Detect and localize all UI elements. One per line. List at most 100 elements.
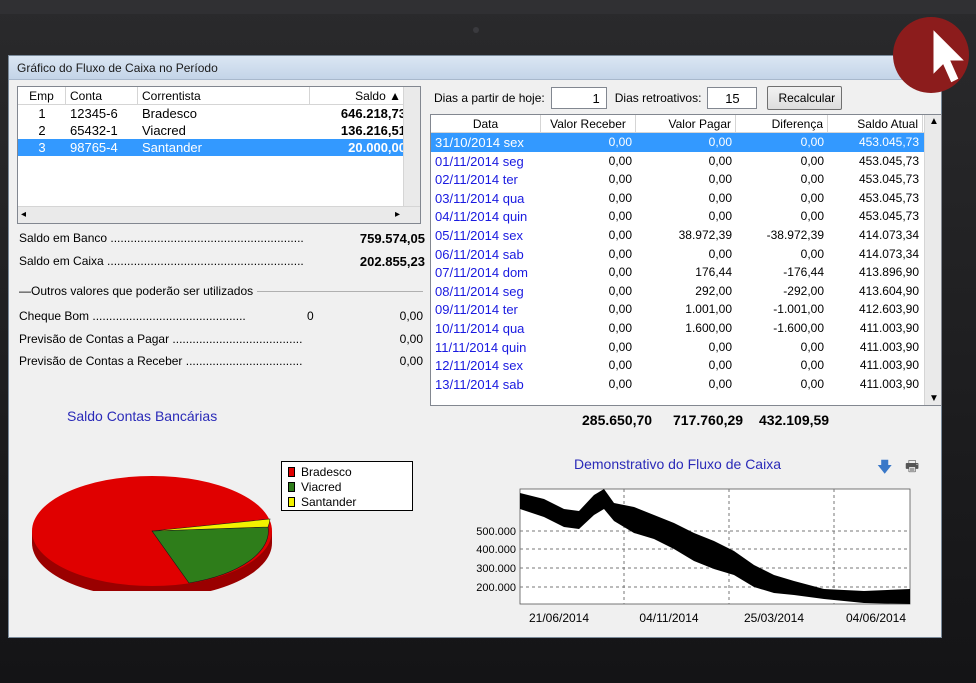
arrow-down-icon[interactable]: 🡇 <box>877 457 892 482</box>
scroll-right-icon[interactable]: ▸ <box>395 209 400 220</box>
cell-data: 04/11/2014 quin <box>435 209 528 225</box>
accounts-horizontal-scrollbar[interactable]: ◂ ▸ <box>18 206 420 223</box>
prev-pagar-value: 0,00 <box>399 332 423 346</box>
cell-pagar: 0,00 <box>708 358 732 373</box>
legend-label: Viacred <box>301 479 342 494</box>
cell-receber: 0,00 <box>608 358 632 373</box>
cell-conta: 65432-1 <box>70 123 118 138</box>
cell-saldo: 20.000,00 <box>348 140 406 155</box>
cashflow-grid[interactable]: Data Valor Receber Valor Pagar Diferença… <box>430 114 942 406</box>
table-row[interactable]: 2 65432-1 Viacred 136.216,51 <box>18 122 420 139</box>
camera-dot <box>473 27 479 33</box>
table-row-selected[interactable]: 31/10/2014 sex 0,00 0,00 0,00 453.045,73 <box>431 133 941 152</box>
cell-receber: 0,00 <box>608 227 632 242</box>
table-row[interactable]: 06/11/2014 sab 0,00 0,00 0,00 414.073,34 <box>431 245 941 264</box>
col-valor-pagar[interactable]: Valor Pagar <box>636 115 736 132</box>
legend-swatch <box>288 496 295 507</box>
y-tick: 200.000 <box>476 582 516 594</box>
cell-diferenca: -292,00 <box>783 283 824 298</box>
dias-hoje-input[interactable]: 1 <box>550 87 607 109</box>
legend-swatch <box>288 466 295 477</box>
cell-data: 07/11/2014 dom <box>435 265 528 281</box>
cell-saldo: 413.896,90 <box>858 265 919 280</box>
pie-legend: Bradesco Viacred Santander <box>281 461 413 511</box>
cell-pagar: 38.972,39 <box>678 227 732 242</box>
cell-receber: 0,00 <box>608 209 632 224</box>
cell-pagar: 0,00 <box>708 190 732 205</box>
cell-data: 03/11/2014 qua <box>435 190 525 206</box>
table-row[interactable]: 1 12345-6 Bradesco 646.218,73 <box>18 105 420 122</box>
prev-receber-value: 0,00 <box>399 354 423 368</box>
cheque-count: 0 <box>307 309 314 323</box>
prev-receber-label: Previsão de Contas a Receber ...........… <box>19 354 303 368</box>
legend-item: Santander <box>288 494 406 509</box>
cell-receber: 0,00 <box>608 376 632 391</box>
col-valor-receber[interactable]: Valor Receber <box>541 115 636 132</box>
table-row[interactable]: 02/11/2014 ter 0,00 0,00 0,00 453.045,73 <box>431 170 941 189</box>
cell-pagar: 0,00 <box>708 339 732 354</box>
scroll-up-icon[interactable]: ▲ <box>929 116 939 127</box>
accounts-grid[interactable]: Emp Conta Correntista Saldo ▲ 1 12345-6 … <box>17 86 421 224</box>
cell-saldo: 453.045,73 <box>858 172 919 187</box>
cell-diferenca: 0,00 <box>800 172 824 187</box>
accounts-vertical-scrollbar[interactable] <box>403 87 420 206</box>
table-row[interactable]: 13/11/2014 sab 0,00 0,00 0,00 411.003,90 <box>431 375 941 394</box>
cell-saldo: 413.604,90 <box>858 283 919 298</box>
col-correntista[interactable]: Correntista <box>138 87 310 104</box>
cell-saldo: 411.003,90 <box>859 320 919 335</box>
prev-pagar-label: Previsão de Contas a Pagar .............… <box>19 332 303 346</box>
saldo-caixa-value: 202.855,23 <box>359 254 425 269</box>
legend-label: Santander <box>301 494 357 509</box>
cell-pagar: 0,00 <box>708 376 732 391</box>
col-conta[interactable]: Conta <box>66 87 138 104</box>
cell-diferenca: 0,00 <box>800 246 824 261</box>
table-row-selected[interactable]: 3 98765-4 Santander 20.000,00 <box>18 139 420 156</box>
col-saldo[interactable]: Saldo ▲ <box>310 87 406 104</box>
cell-pagar: 176,44 <box>695 265 732 280</box>
table-row[interactable]: 11/11/2014 quin 0,00 0,00 0,00 411.003,90 <box>431 338 941 357</box>
table-row[interactable]: 12/11/2014 sex 0,00 0,00 0,00 411.003,90 <box>431 356 941 375</box>
table-row[interactable]: 09/11/2014 ter 0,00 1.001,00 -1.001,00 412.6… <box>431 300 941 319</box>
scroll-left-icon[interactable]: ◂ <box>21 209 26 220</box>
period-controls: Dias a partir de hoje: 1 Dias retroativo… <box>434 86 843 110</box>
total-diferenca: 432.109,59 <box>759 412 830 428</box>
saldo-caixa-row: Saldo em Caixa .........................… <box>19 254 425 272</box>
printer-icon[interactable]: 🖶 <box>905 456 919 481</box>
cell-saldo: 136.216,51 <box>340 123 406 138</box>
dias-retro-input[interactable]: 15 <box>707 87 758 109</box>
cell-data: 09/11/2014 ter <box>435 302 518 318</box>
table-row[interactable]: 10/11/2014 qua 0,00 1.600,00 -1.600,00 411.0… <box>431 319 941 338</box>
cashflow-scrollbar[interactable]: ▲ ▼ <box>924 115 941 405</box>
legend-item: Bradesco <box>288 464 406 479</box>
col-saldo-atual[interactable]: Saldo Atual <box>828 115 923 132</box>
y-tick: 300.000 <box>476 563 516 575</box>
cheque-label: Cheque Bom .............................… <box>19 309 246 323</box>
x-tick: 04/11/2014 <box>639 611 698 625</box>
cell-diferenca: 0,00 <box>800 358 824 373</box>
table-row[interactable]: 03/11/2014 qua 0,00 0,00 0,00 453.045,73 <box>431 189 941 208</box>
saldo-banco-row: Saldo em Banco .........................… <box>19 231 425 249</box>
table-row[interactable]: 05/11/2014 sex 0,00 38.972,39 -38.972,39 414… <box>431 226 941 245</box>
table-row[interactable]: 08/11/2014 seg 0,00 292,00 -292,00 413.604,9… <box>431 282 941 301</box>
cheque-value: 0,00 <box>399 309 423 323</box>
scroll-down-icon[interactable]: ▼ <box>929 393 939 404</box>
cell-diferenca: 0,00 <box>800 339 824 354</box>
cell-pagar: 0,00 <box>708 246 732 261</box>
window-title: Gráfico do Fluxo de Caixa no Período <box>9 56 941 80</box>
cell-data: 05/11/2014 sex <box>435 227 523 243</box>
cell-saldo: 453.045,73 <box>858 153 919 168</box>
cell-saldo: 414.073,34 <box>858 227 919 242</box>
col-emp[interactable]: Emp <box>18 87 66 104</box>
dias-retro-label: Dias retroativos: <box>614 91 702 105</box>
accounts-header: Emp Conta Correntista Saldo ▲ <box>18 87 420 105</box>
outros-valores-label: Outros valores que poderão ser utilizado… <box>31 284 254 298</box>
table-row[interactable]: 01/11/2014 seg 0,00 0,00 0,00 453.045,73 <box>431 152 941 171</box>
table-row[interactable]: 04/11/2014 quin 0,00 0,00 0,00 453.045,73 <box>431 207 941 226</box>
col-data[interactable]: Data <box>431 115 541 132</box>
recalcular-button[interactable]: Recalcular <box>767 86 843 110</box>
table-row[interactable]: 07/11/2014 dom 0,00 176,44 -176,44 413.896,9… <box>431 263 941 282</box>
cell-diferenca: -1.600,00 <box>773 320 824 335</box>
x-tick: 04/06/2014 <box>846 611 906 625</box>
saldo-banco-label: Saldo em Banco .........................… <box>19 231 304 245</box>
col-diferenca[interactable]: Diferença <box>736 115 828 132</box>
